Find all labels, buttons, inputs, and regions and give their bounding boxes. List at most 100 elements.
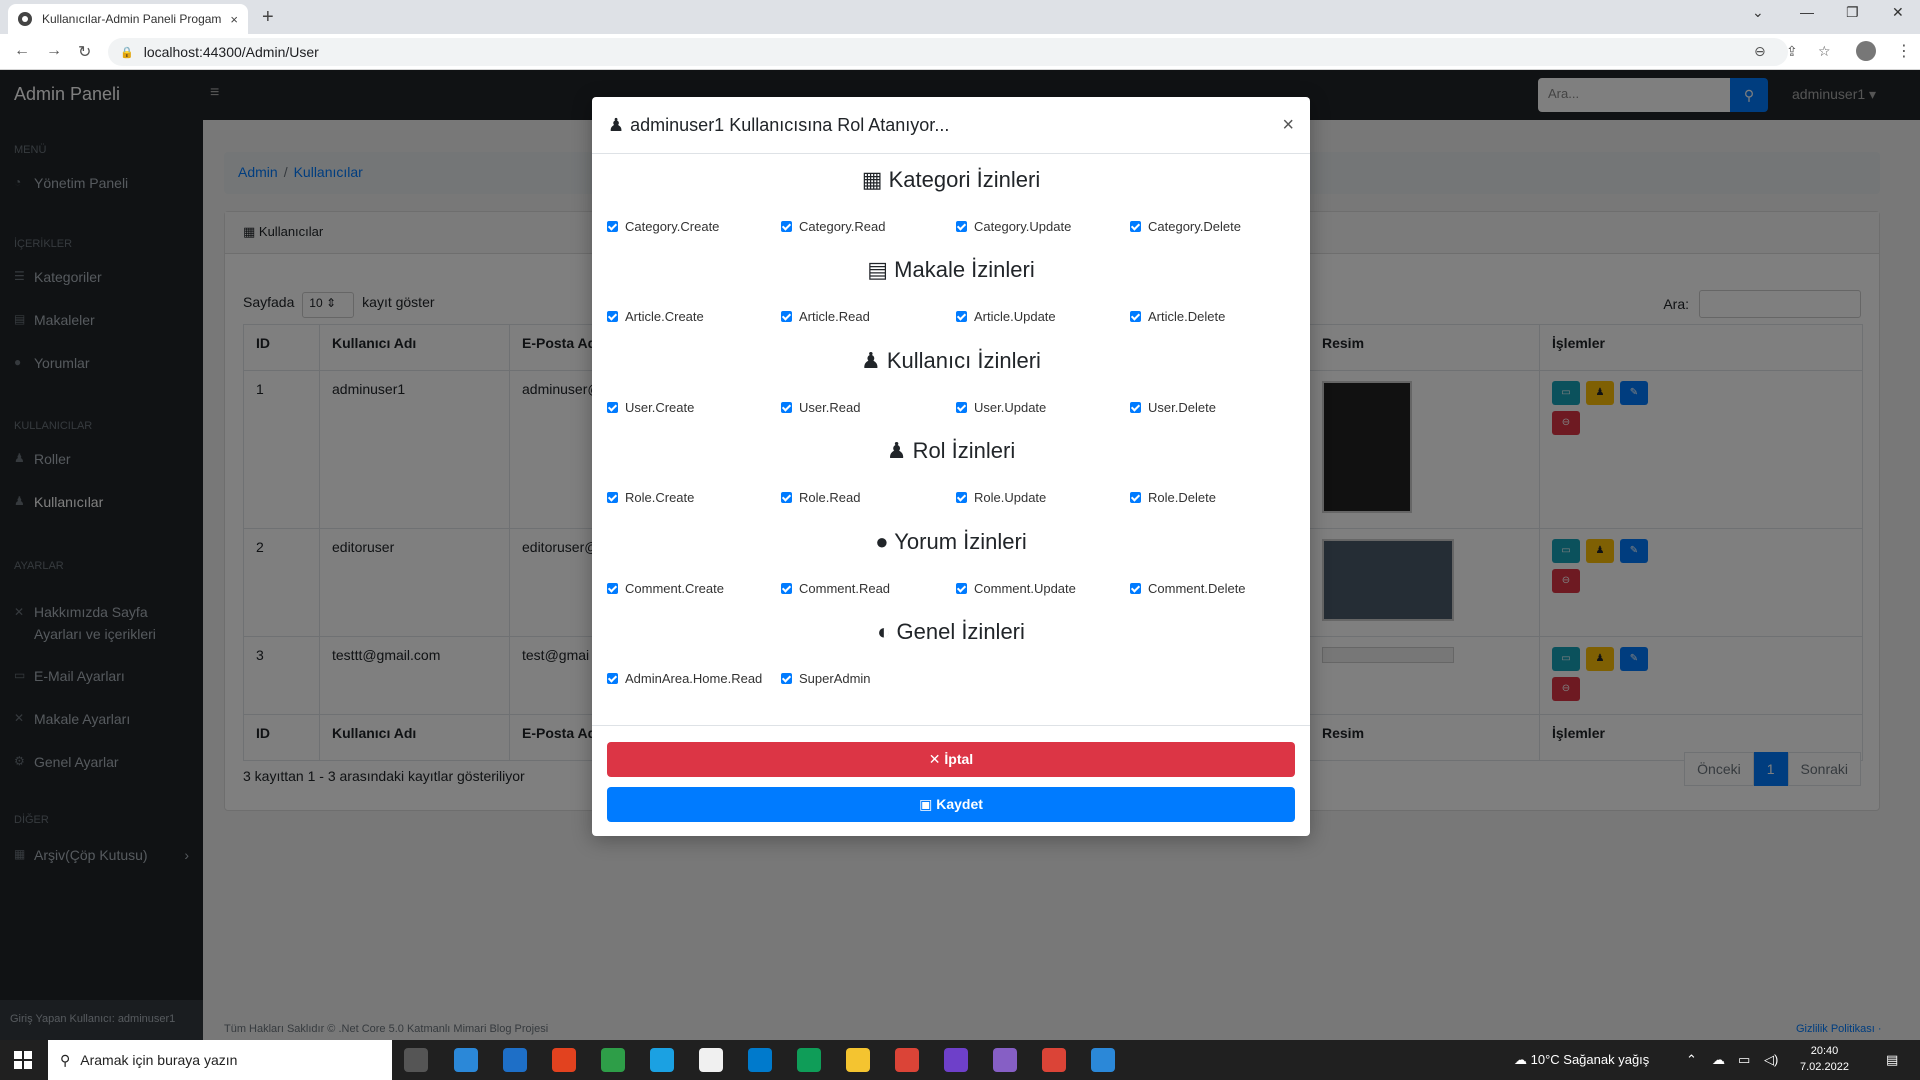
modal-close-icon[interactable]: × — [1282, 114, 1294, 137]
perm-checkbox[interactable]: User.Create — [607, 400, 694, 415]
perm-checkbox[interactable]: Category.Update — [956, 219, 1071, 234]
modal-title: adminuser1 Kullanıcısına Rol Atanıyor... — [630, 114, 950, 135]
tab-search-icon[interactable]: ⌄ — [1752, 4, 1764, 21]
perm-checkbox[interactable]: Role.Update — [956, 490, 1046, 505]
zoom-icon[interactable]: ⊖ — [1754, 43, 1766, 60]
perm-checkbox[interactable]: Comment.Update — [956, 581, 1076, 596]
mail-icon[interactable] — [503, 1048, 527, 1072]
checkbox-checked-icon — [607, 221, 618, 232]
comments-icon: ● — [875, 529, 895, 554]
vscode-icon[interactable] — [748, 1048, 772, 1072]
perm-checkbox[interactable]: Category.Create — [607, 219, 719, 234]
checkbox-checked-icon — [956, 221, 967, 232]
perm-checkbox[interactable]: Category.Delete — [1130, 219, 1241, 234]
visual-studio-icon[interactable] — [993, 1048, 1017, 1072]
chrome-icon[interactable] — [895, 1048, 919, 1072]
clock[interactable]: 20:40 7.02.2022 — [1800, 1043, 1849, 1075]
notepad-icon[interactable] — [699, 1048, 723, 1072]
weather-icon: ☁ — [1514, 1052, 1531, 1067]
perm-checkbox[interactable]: Comment.Delete — [1130, 581, 1246, 596]
store-icon[interactable] — [454, 1048, 478, 1072]
taskbar-search-input[interactable]: ⚲ Aramak için buraya yazın — [48, 1040, 392, 1080]
checkbox-checked-icon — [1130, 402, 1141, 413]
perm-checkbox[interactable]: Article.Create — [607, 309, 704, 324]
app-icon[interactable] — [650, 1048, 674, 1072]
perm-checkbox[interactable]: Role.Read — [781, 490, 860, 505]
checkbox-checked-icon — [607, 402, 618, 413]
edge-icon[interactable] — [797, 1048, 821, 1072]
bookmark-star-icon[interactable]: ☆ — [1818, 43, 1831, 60]
checkbox-checked-icon — [1130, 221, 1141, 232]
checkbox-checked-icon — [956, 583, 967, 594]
section-title-article: ▤ Makale İzinleri — [867, 257, 1035, 282]
github-icon[interactable] — [944, 1048, 968, 1072]
perm-checkbox[interactable]: User.Delete — [1130, 400, 1216, 415]
save-button[interactable]: ▣ Kaydet — [607, 787, 1295, 822]
perm-checkbox[interactable]: User.Update — [956, 400, 1046, 415]
windows-start-icon[interactable] — [14, 1051, 32, 1069]
perm-checkbox[interactable]: Article.Delete — [1130, 309, 1225, 324]
save-icon: ▣ — [919, 796, 937, 812]
browser-tab[interactable]: Kullanıcılar-Admin Paneli Progam × — [8, 4, 248, 34]
tray-chevron-icon[interactable]: ⌃ — [1686, 1052, 1697, 1068]
checkbox-checked-icon — [607, 673, 618, 684]
shield-icon: ◐ — [877, 619, 897, 644]
reload-icon[interactable]: ↻ — [78, 42, 91, 62]
tab-close-icon[interactable]: × — [230, 12, 238, 27]
onedrive-icon[interactable]: ☁ — [1712, 1052, 1725, 1068]
checkbox-checked-icon — [781, 311, 792, 322]
volume-icon[interactable]: ◁) — [1764, 1052, 1778, 1068]
tab-title: Kullanıcılar-Admin Paneli Progam — [42, 12, 222, 26]
assign-role-modal: ♟ adminuser1 Kullanıcısına Rol Atanıyor.… — [592, 97, 1310, 836]
perm-checkbox[interactable]: AdminArea.Home.Read — [607, 671, 762, 686]
forward-icon[interactable]: → — [46, 42, 62, 60]
section-title-category: ▦ Kategori İzinleri — [861, 167, 1041, 192]
file-icon: ▤ — [867, 257, 895, 282]
section-title-general: ◐ Genel İzinleri — [877, 619, 1025, 644]
profile-avatar[interactable] — [1856, 41, 1876, 61]
url-field[interactable]: 🔒 localhost:44300/Admin/User — [108, 38, 1788, 66]
checkbox-checked-icon — [956, 402, 967, 413]
chrome-favicon-icon — [18, 12, 32, 26]
browser-menu-icon[interactable]: ⋮ — [1896, 41, 1912, 61]
perm-checkbox[interactable]: Role.Create — [607, 490, 694, 505]
section-title-user: ♟ Kullanıcı İzinleri — [861, 348, 1041, 373]
weather-widget[interactable]: ☁ 10°C Sağanak yağış — [1514, 1052, 1649, 1068]
photos-icon[interactable] — [1091, 1048, 1115, 1072]
modal-header: ♟ adminuser1 Kullanıcısına Rol Atanıyor.… — [592, 97, 1310, 154]
section-title-comment: ● Yorum İzinleri — [875, 529, 1027, 554]
restore-icon[interactable]: ❐ — [1846, 4, 1859, 21]
perm-checkbox[interactable]: User.Read — [781, 400, 860, 415]
perm-checkbox[interactable]: Category.Read — [781, 219, 885, 234]
perm-checkbox[interactable]: Role.Delete — [1130, 490, 1216, 505]
back-icon[interactable]: ← — [14, 42, 30, 60]
office-icon[interactable] — [552, 1048, 576, 1072]
task-view-icon[interactable] — [404, 1048, 428, 1072]
perm-checkbox[interactable]: Article.Read — [781, 309, 870, 324]
perm-checkbox[interactable]: Comment.Read — [781, 581, 890, 596]
user-shield-icon: ♟ — [886, 438, 913, 463]
perm-checkbox[interactable]: Article.Update — [956, 309, 1056, 324]
perm-checkbox[interactable]: SuperAdmin — [781, 671, 871, 686]
checkbox-checked-icon — [781, 673, 792, 684]
perm-checkbox[interactable]: Comment.Create — [607, 581, 724, 596]
checkbox-checked-icon — [607, 492, 618, 503]
notifications-icon[interactable]: ▤ — [1886, 1052, 1898, 1068]
address-bar: ← → ↻ 🔒 localhost:44300/Admin/User ⊖ ⇪ ☆ — [0, 34, 1920, 70]
file-explorer-icon[interactable] — [846, 1048, 870, 1072]
chrome-icon[interactable] — [1042, 1048, 1066, 1072]
checkbox-checked-icon — [607, 583, 618, 594]
browser-tab-bar: Kullanıcılar-Admin Paneli Progam × + ⌄ —… — [0, 0, 1920, 34]
cancel-button[interactable]: ✕ İptal — [607, 742, 1295, 777]
network-icon[interactable]: ▭ — [1738, 1052, 1750, 1068]
minimize-icon[interactable]: — — [1800, 4, 1814, 20]
checkbox-checked-icon — [781, 402, 792, 413]
app-icon[interactable] — [601, 1048, 625, 1072]
th-icon: ▦ — [861, 167, 889, 192]
share-icon[interactable]: ⇪ — [1786, 43, 1798, 60]
checkbox-checked-icon — [781, 492, 792, 503]
checkbox-checked-icon — [781, 583, 792, 594]
close-window-icon[interactable]: ✕ — [1892, 4, 1904, 21]
checkbox-checked-icon — [1130, 492, 1141, 503]
new-tab-button[interactable]: + — [262, 6, 274, 29]
